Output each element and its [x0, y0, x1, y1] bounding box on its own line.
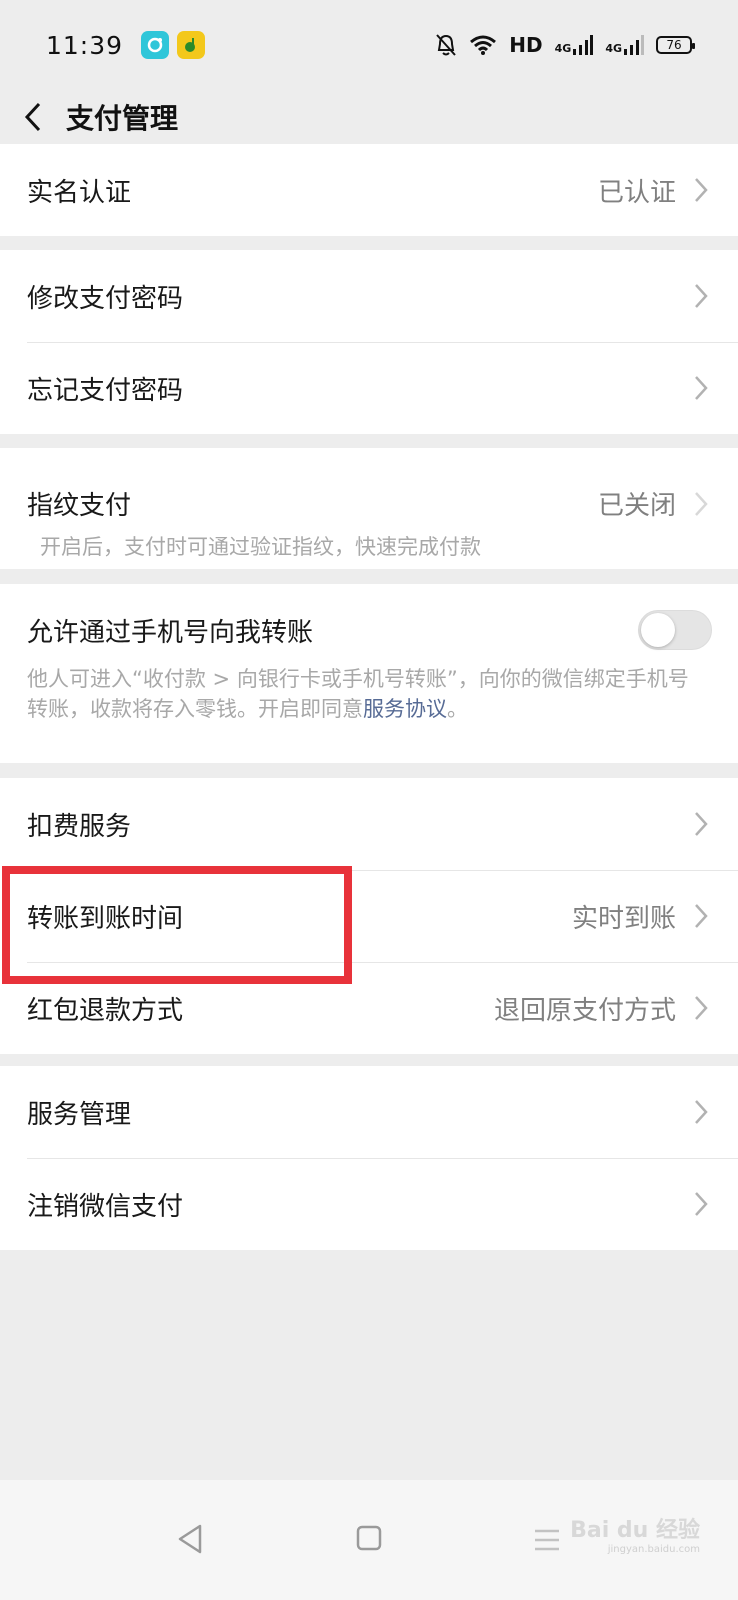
back-arrow-icon — [24, 102, 41, 132]
description-text: 开启后，支付时可通过验证指纹，快速完成付款 — [40, 535, 481, 559]
battery-icon: 76 — [656, 36, 695, 54]
row-value: 已认证 — [597, 177, 676, 208]
wifi-icon — [470, 35, 497, 55]
fingerprint-description: 开启后，支付时可通过验证指纹，快速完成付款 — [0, 528, 738, 562]
payment-management-screen: 11:39 HD 4G 4G 76 支付管理 实名认证 已认证 修改支付密码 忘… — [0, 0, 738, 1600]
row-label: 实名认证 — [27, 177, 132, 208]
nav-menu-icon[interactable] — [533, 1528, 561, 1552]
music-app-icon — [177, 31, 206, 59]
row-label: 扣费服务 — [27, 811, 132, 842]
chevron-right-icon — [695, 491, 708, 516]
row-forgot-password[interactable]: 忘记支付密码 — [0, 342, 738, 434]
silent-bell-icon — [436, 34, 457, 56]
row-redpacket-refund[interactable]: 红包退款方式 退回原支付方式 — [0, 962, 738, 1054]
row-label: 注销微信支付 — [27, 1191, 184, 1222]
row-label: 允许通过手机号向我转账 — [27, 617, 314, 648]
signal-icon-sim1: 4G — [555, 35, 594, 55]
row-label: 指纹支付 — [27, 491, 132, 521]
watermark-brand: Bai du 经验 — [570, 1518, 700, 1543]
row-value: 已关闭 — [597, 491, 676, 521]
toggle-knob — [641, 613, 675, 647]
group-fingerprint: 指纹支付 已关闭 开启后，支付时可通过验证指纹，快速完成付款 — [0, 448, 738, 569]
chevron-right-icon — [695, 1100, 708, 1124]
status-icons: HD 4G 4G 76 — [435, 33, 695, 57]
nav-bar: 支付管理 — [0, 90, 738, 144]
row-value: 退回原支付方式 — [493, 995, 676, 1026]
row-cancel-wechat-pay[interactable]: 注销微信支付 — [0, 1158, 738, 1250]
chevron-right-icon — [695, 178, 708, 202]
system-nav-bar: Bai du 经验 jingyan.baidu.com — [0, 1480, 738, 1600]
phone-transfer-toggle[interactable] — [638, 610, 712, 650]
network-type-label: 4G — [605, 42, 622, 55]
watermark-url: jingyan.baidu.com — [607, 1544, 700, 1555]
group-realname: 实名认证 已认证 — [0, 144, 738, 236]
row-label: 服务管理 — [27, 1099, 132, 1130]
group-password: 修改支付密码 忘记支付密码 — [0, 250, 738, 434]
nav-back-icon[interactable] — [176, 1524, 204, 1554]
baidu-jingyan-watermark: Bai du 经验 jingyan.baidu.com — [570, 1512, 700, 1555]
chevron-right-icon — [695, 284, 708, 308]
app-notification-icon — [141, 31, 170, 59]
row-fingerprint[interactable]: 指纹支付 已关闭 — [0, 448, 738, 528]
row-label: 修改支付密码 — [27, 283, 184, 314]
chevron-right-icon — [695, 812, 708, 836]
back-button[interactable] — [0, 101, 66, 133]
chevron-right-icon — [695, 1192, 708, 1216]
chevron-right-icon — [695, 996, 708, 1020]
chevron-right-icon — [695, 376, 708, 400]
hd-indicator: HD — [509, 33, 543, 57]
status-time: 11:39 — [46, 30, 124, 60]
service-agreement-link[interactable]: 服务协议 — [363, 697, 447, 721]
row-label: 忘记支付密码 — [27, 375, 184, 406]
status-bar: 11:39 HD 4G 4G 76 — [0, 0, 738, 90]
description-end: 。 — [447, 697, 468, 721]
group-transfer-settings: 扣费服务 转账到账时间 实时到账 红包退款方式 退回原支付方式 — [0, 778, 738, 1054]
chevron-right-icon — [695, 904, 708, 928]
row-label: 转账到账时间 — [27, 903, 184, 934]
row-service-management[interactable]: 服务管理 — [0, 1066, 738, 1158]
nav-home-icon[interactable] — [355, 1524, 383, 1552]
row-change-password[interactable]: 修改支付密码 — [0, 250, 738, 342]
row-deduction-service[interactable]: 扣费服务 — [0, 778, 738, 870]
row-realname[interactable]: 实名认证 已认证 — [0, 144, 738, 236]
row-value: 实时到账 — [571, 903, 676, 934]
signal-icon-sim2: 4G — [605, 35, 644, 55]
row-phone-transfer: 允许通过手机号向我转账 — [0, 584, 738, 676]
group-service: 服务管理 注销微信支付 — [0, 1066, 738, 1250]
row-transfer-time[interactable]: 转账到账时间 实时到账 — [0, 870, 738, 962]
row-label: 红包退款方式 — [27, 995, 184, 1026]
group-phone-transfer: 允许通过手机号向我转账 他人可进入“收付款 > 向银行卡或手机号转账”，向你的微… — [0, 584, 738, 763]
network-type-label: 4G — [554, 42, 572, 55]
page-title: 支付管理 — [66, 102, 179, 135]
